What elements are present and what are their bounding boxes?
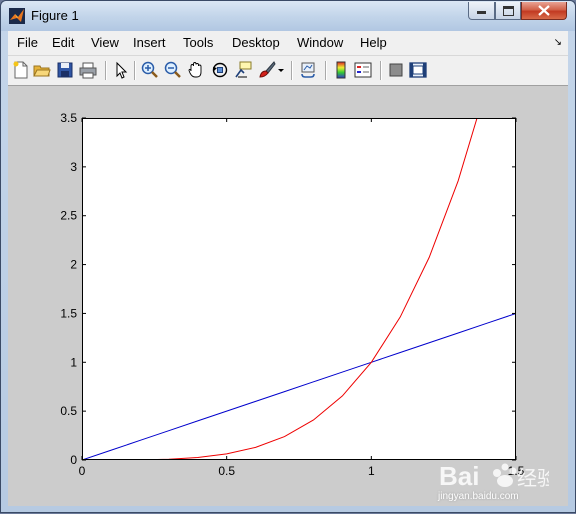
menu-insert[interactable]: Insert xyxy=(133,35,166,50)
edit-plot-arrow-icon[interactable] xyxy=(112,61,130,79)
close-icon xyxy=(538,5,550,16)
dock-arrow-icon[interactable]: ↘ xyxy=(554,37,562,48)
title-bar[interactable]: Figure 1 xyxy=(1,1,575,31)
menu-desktop[interactable]: Desktop xyxy=(232,35,280,50)
svg-text:经验: 经验 xyxy=(517,467,549,490)
legend-icon[interactable] xyxy=(354,61,372,79)
menu-file[interactable]: File xyxy=(17,35,38,50)
print-icon[interactable] xyxy=(79,61,97,79)
minimize-button[interactable] xyxy=(468,2,495,20)
menu-edit[interactable]: Edit xyxy=(52,35,74,50)
toolbar-separator xyxy=(105,61,106,80)
show-plot-tools-icon[interactable] xyxy=(409,61,427,79)
open-file-icon[interactable] xyxy=(33,61,51,79)
close-button[interactable] xyxy=(521,2,567,20)
hide-plot-tools-icon[interactable] xyxy=(387,61,405,79)
menu-bar: File Edit View Insert Tools Desktop Wind… xyxy=(8,31,568,56)
svg-text:Bai: Bai xyxy=(439,461,479,491)
toolbar-separator xyxy=(134,61,135,80)
window-bottom-border xyxy=(8,506,568,508)
toolbar-separator xyxy=(380,61,381,80)
menu-view[interactable]: View xyxy=(91,35,119,50)
figure-toolbar xyxy=(8,56,568,86)
colorbar-icon[interactable] xyxy=(332,61,350,79)
new-figure-icon[interactable] xyxy=(12,61,30,79)
zoom-out-icon[interactable] xyxy=(164,61,182,79)
toolbar-separator xyxy=(325,61,326,80)
window-title: Figure 1 xyxy=(31,8,79,23)
data-cursor-icon[interactable] xyxy=(234,61,252,79)
watermark-url: jingyan.baidu.com xyxy=(438,491,519,502)
zoom-in-icon[interactable] xyxy=(141,61,159,79)
rotate-3d-icon[interactable] xyxy=(211,61,229,79)
brush-icon[interactable] xyxy=(258,61,276,79)
minimize-icon xyxy=(476,10,486,14)
matlab-logo-icon xyxy=(9,8,25,24)
maximize-button[interactable] xyxy=(495,2,521,20)
toolbar-separator xyxy=(291,61,292,80)
figure-canvas[interactable] xyxy=(8,86,568,506)
menu-tools[interactable]: Tools xyxy=(183,35,213,50)
brush-dropdown-icon[interactable] xyxy=(277,61,285,79)
maximize-icon xyxy=(502,5,514,16)
menu-help[interactable]: Help xyxy=(360,35,387,50)
pan-hand-icon[interactable] xyxy=(187,61,205,79)
save-icon[interactable] xyxy=(56,61,74,79)
figure-window: Figure 1 File Edit View Insert Tools Des… xyxy=(0,0,576,513)
menu-window[interactable]: Window xyxy=(297,35,343,50)
link-plot-icon[interactable] xyxy=(299,61,317,79)
